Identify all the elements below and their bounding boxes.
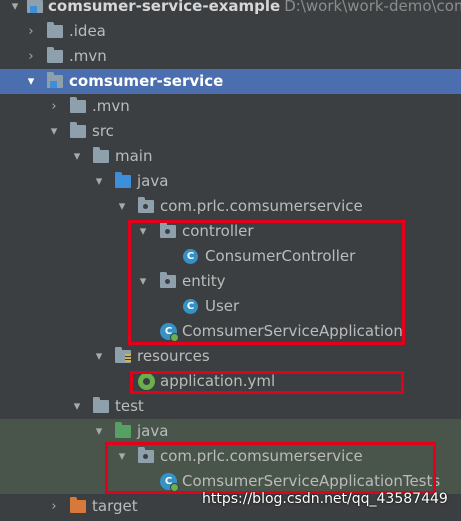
root-project-path: D:\work\work-demo\comsu	[284, 0, 461, 15]
tree-row-package-main[interactable]: ▾ com.prlc.comsumerservice	[0, 194, 461, 219]
tree-label-test: test	[115, 397, 144, 415]
chevron-down-icon[interactable]: ▾	[115, 444, 129, 469]
chevron-down-icon[interactable]: ▾	[92, 169, 106, 194]
folder-icon	[93, 147, 109, 163]
spring-config-file-icon	[138, 373, 155, 390]
tree-row-entity[interactable]: ▾ entity	[0, 269, 461, 294]
folder-icon	[93, 397, 109, 413]
chevron-down-icon[interactable]: ▾	[47, 119, 61, 144]
tree-label-package-test: com.prlc.comsumerservice	[160, 447, 363, 465]
folder-icon	[47, 47, 63, 63]
tree-row-java-test[interactable]: ▾ java	[0, 419, 461, 444]
tree-row-main[interactable]: ▾ main	[0, 144, 461, 169]
spring-boot-test-class-icon: C	[160, 473, 179, 492]
tree-row-resources[interactable]: ▾ resources	[0, 344, 461, 369]
tree-label-user: User	[205, 297, 240, 315]
folder-icon	[70, 122, 86, 138]
project-tree: ▾ comsumer-service-example D:\work\work-d…	[0, 0, 461, 521]
source-folder-icon	[115, 172, 131, 188]
tree-row-idea[interactable]: › .idea	[0, 19, 461, 44]
chevron-down-icon[interactable]: ▾	[92, 344, 106, 369]
tree-row-consumer-controller[interactable]: C ConsumerController	[0, 244, 461, 269]
tree-row-mvn-root[interactable]: › .mvn	[0, 44, 461, 69]
package-icon	[138, 447, 154, 463]
test-source-folder-icon	[115, 422, 131, 438]
tree-row-src[interactable]: ▾ src	[0, 119, 461, 144]
package-icon	[138, 197, 154, 213]
tree-label-java-test: java	[137, 422, 169, 440]
tree-label-resources: resources	[137, 347, 210, 365]
chevron-down-icon[interactable]: ▾	[92, 419, 106, 444]
module-folder-icon	[27, 0, 43, 13]
chevron-down-icon[interactable]: ▾	[136, 219, 150, 244]
tree-label-controller: controller	[182, 222, 254, 240]
package-icon	[160, 222, 176, 238]
chevron-right-icon[interactable]: ›	[47, 494, 61, 519]
chevron-down-icon[interactable]: ▾	[70, 394, 84, 419]
tree-row-user[interactable]: C User	[0, 294, 461, 319]
package-icon	[160, 272, 176, 288]
chevron-down-icon[interactable]: ▾	[8, 0, 22, 19]
tree-label-package-main: com.prlc.comsumerservice	[160, 197, 363, 215]
chevron-down-icon[interactable]: ▾	[136, 269, 150, 294]
tree-label-main: main	[115, 147, 153, 165]
tree-label-idea: .idea	[69, 22, 106, 40]
module-folder-icon	[47, 72, 63, 88]
watermark: https://blog.csdn.net/qq_43587449	[202, 491, 448, 507]
tree-label-java-main: java	[137, 172, 169, 190]
tree-label-src: src	[92, 122, 114, 140]
tree-label-consumer-controller: ConsumerController	[205, 247, 356, 265]
tree-label-mvn-module: .mvn	[92, 97, 130, 115]
folder-icon	[47, 22, 63, 38]
chevron-right-icon[interactable]: ›	[47, 94, 61, 119]
tree-row-controller[interactable]: ▾ controller	[0, 219, 461, 244]
tree-row-module[interactable]: ▾ comsumer-service	[0, 69, 461, 94]
folder-icon	[70, 97, 86, 113]
chevron-down-icon[interactable]: ▾	[24, 69, 38, 94]
tree-row-java-main[interactable]: ▾ java	[0, 169, 461, 194]
tree-row-test[interactable]: ▾ test	[0, 394, 461, 419]
tree-row-root[interactable]: ▾ comsumer-service-example D:\work\work-d…	[0, 0, 461, 19]
tree-row-mvn-module[interactable]: › .mvn	[0, 94, 461, 119]
excluded-folder-icon	[70, 497, 86, 513]
java-class-icon: C	[183, 299, 198, 314]
tree-label-mvn-root: .mvn	[69, 47, 107, 65]
tree-label-app-class: ComsumerServiceApplication	[182, 322, 403, 340]
tree-label-application-yml: application.yml	[160, 372, 276, 390]
chevron-down-icon[interactable]: ▾	[115, 194, 129, 219]
chevron-right-icon[interactable]: ›	[24, 44, 38, 69]
root-project-label: comsumer-service-example	[48, 0, 281, 15]
tree-label-entity: entity	[182, 272, 226, 290]
java-class-icon: C	[183, 249, 198, 264]
tree-row-package-test[interactable]: ▾ com.prlc.comsumerservice	[0, 444, 461, 469]
resources-folder-icon	[115, 347, 131, 363]
tree-row-application-yml[interactable]: application.yml	[0, 369, 461, 394]
chevron-right-icon[interactable]: ›	[24, 19, 38, 44]
tree-label-module: comsumer-service	[69, 72, 224, 90]
tree-label-target: target	[92, 497, 138, 515]
tree-row-app-class[interactable]: C ComsumerServiceApplication	[0, 319, 461, 344]
spring-boot-class-icon: C	[160, 323, 179, 342]
chevron-down-icon[interactable]: ▾	[70, 144, 84, 169]
